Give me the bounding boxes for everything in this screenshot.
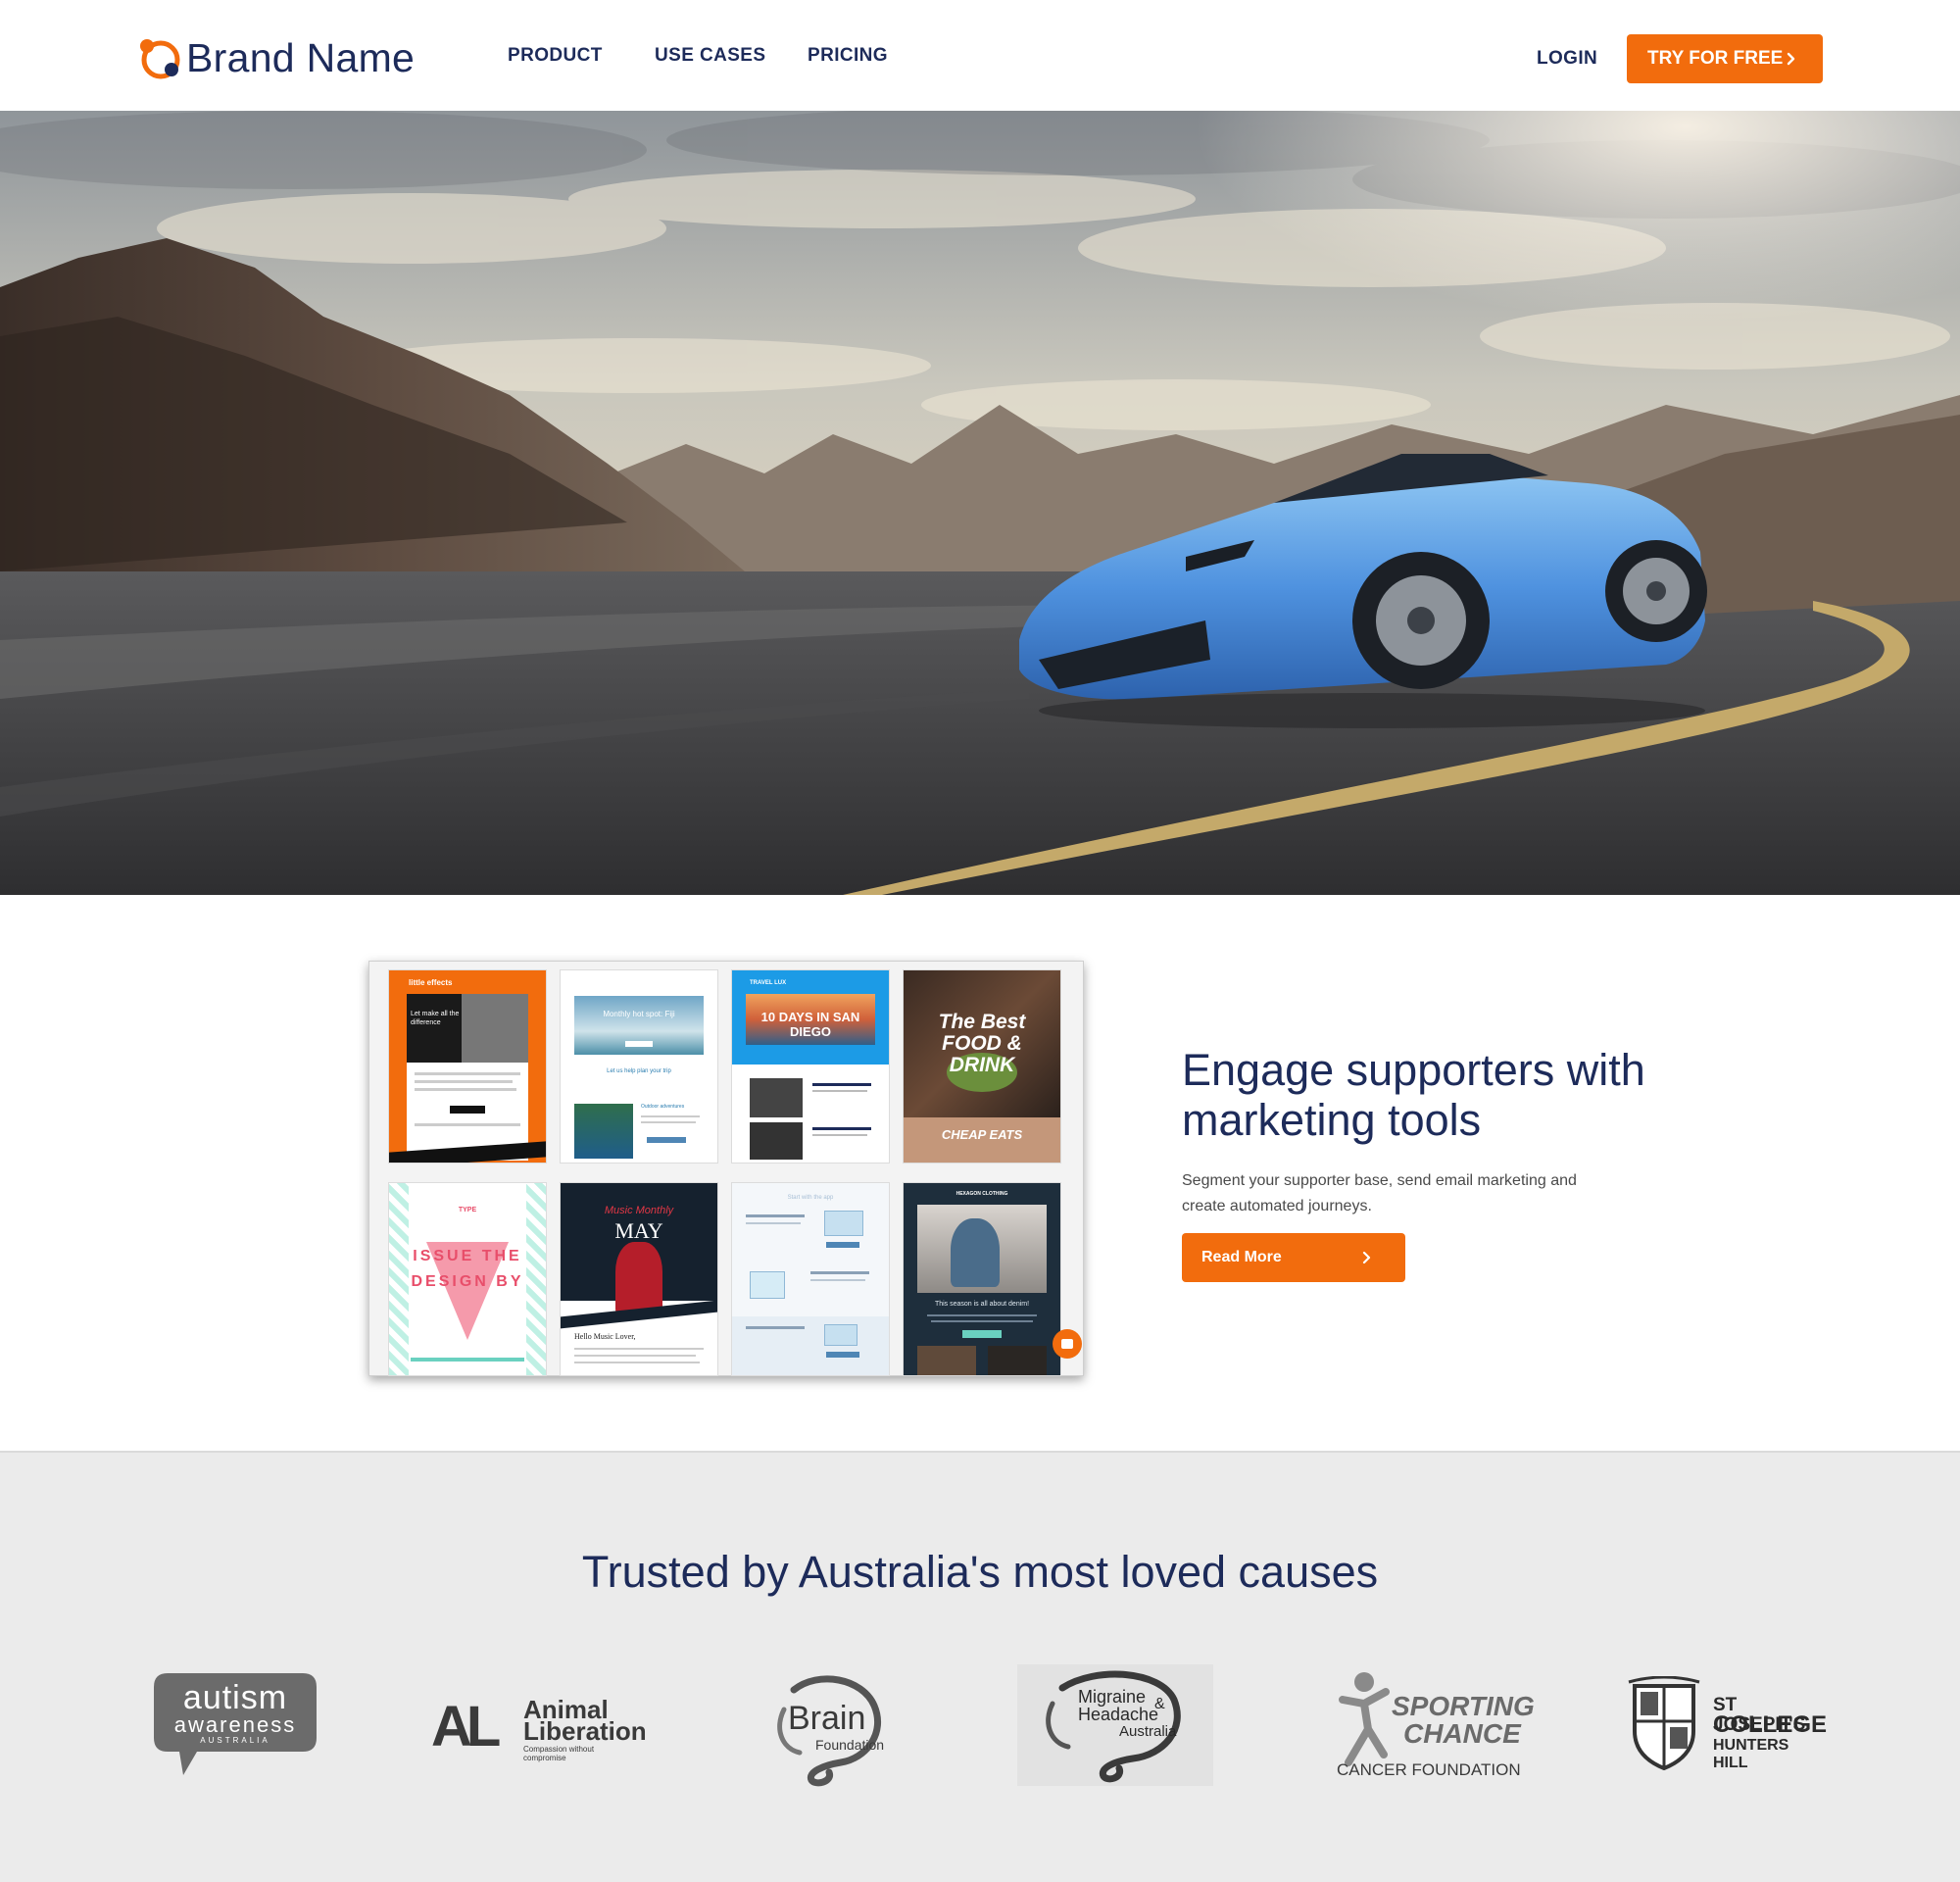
template-subtitle: Let us help plan your trip (607, 1068, 671, 1074)
logo-line1: SPORTING (1392, 1691, 1535, 1721)
logo-line3: HUNTERS HILL (1713, 1737, 1789, 1771)
logo-autism-awareness: autism awareness AUSTRALIA (154, 1673, 317, 1779)
try-for-free-button[interactable]: TRY FOR FREE (1627, 34, 1823, 83)
logo-amp: & (1154, 1696, 1165, 1712)
logo-line2: awareness (173, 1712, 297, 1737)
logo-line2: COLLEGE (1713, 1711, 1828, 1738)
feature-title: Engage supporters with marketing tools (1182, 1045, 1645, 1145)
trusted-title: Trusted by Australia's most loved causes (581, 1547, 1379, 1597)
template-title: The Best FOOD & DRINK (938, 1011, 1026, 1076)
template-travel-fiji[interactable]: Monthly hot spot: Fiji Let us help plan … (561, 970, 717, 1163)
template-food-drink[interactable]: The Best FOOD & DRINK CHEAP EATS (904, 970, 1060, 1163)
chevron-right-icon (1787, 52, 1795, 66)
chevron-right-icon (1362, 1251, 1371, 1264)
template-subtitle: MAY (614, 1218, 663, 1243)
brand-name: Brand Name (186, 34, 416, 80)
brand-logo-icon (140, 39, 180, 79)
template-title: ISSUE THE DESIGN BY (411, 1248, 524, 1290)
school-crest-icon (1628, 1675, 1700, 1771)
logo-brain-foundation: Brain Foundation (764, 1670, 892, 1788)
logo-st-josephs: ST JOSEPH'S COLLEGE HUNTERS HILL (1625, 1675, 1827, 1771)
nav-product[interactable]: PRODUCT (508, 45, 603, 67)
logo-line2: Foundation (815, 1737, 885, 1753)
trusted-section: Trusted by Australia's most loved causes… (0, 1451, 1960, 1882)
hero-image (0, 111, 1960, 895)
template-brand: little effects (409, 978, 453, 987)
template-app-update[interactable]: Start with the app (732, 1183, 889, 1375)
migraine-swirl-icon (1046, 1670, 1181, 1783)
logo-line1: Brain (788, 1700, 866, 1737)
template-title: Monthly hot spot: Fiji (603, 1010, 675, 1018)
template-title: Music Monthly (604, 1205, 674, 1216)
template-music-monthly[interactable]: Music Monthly MAY Hello Music Lover, (561, 1183, 717, 1375)
template-title: Let make all the difference (411, 1011, 460, 1026)
template-title: Start with the app (787, 1195, 834, 1201)
logo-line2: CHANCE (1403, 1718, 1521, 1749)
feature-section: little effects Let make all the differen… (0, 895, 1960, 1451)
template-brand: HEXAGON CLOTHING (956, 1191, 1008, 1197)
site-header: Brand Name PRODUCT USE CASES PRICING LOG… (0, 0, 1960, 111)
logo-line3: Australia (1119, 1723, 1177, 1740)
nav-pricing[interactable]: PRICING (808, 45, 888, 67)
logo-migraine-headache: Migraine Headache & Australia (1017, 1664, 1213, 1786)
feature-description: Segment your supporter base, send email … (1182, 1172, 1577, 1214)
template-greeting: Hello Music Lover, (574, 1332, 636, 1341)
logo-animal-liberation: AL Animal Liberation Compassion without … (431, 1695, 647, 1766)
hero-banner (0, 111, 1960, 895)
template-little-effects[interactable]: little effects Let make all the differen… (389, 970, 546, 1163)
logo-line2: Liberation (523, 1716, 647, 1746)
chat-bubble-icon[interactable] (1053, 1329, 1082, 1359)
template-title: This season is all about denim! (934, 1301, 1030, 1308)
login-link[interactable]: LOGIN (1537, 48, 1597, 70)
template-travel-san-diego[interactable]: TRAVEL LUX 10 DAYS IN SAN DIEGO (732, 970, 889, 1163)
read-more-button[interactable]: Read More (1182, 1233, 1405, 1282)
template-title: 10 DAYS IN SAN DIEGO (760, 1010, 860, 1039)
template-hexagon-clothing[interactable]: HEXAGON CLOTHING This season is all abou… (904, 1183, 1060, 1375)
brand[interactable]: Brand Name (135, 33, 415, 82)
logo-line3: AUSTRALIA (200, 1736, 270, 1745)
nav-use-cases[interactable]: USE CASES (655, 45, 765, 67)
logo-sporting-chance: SPORTING CHANCE CANCER FOUNDATION (1335, 1670, 1535, 1788)
try-for-free-label: TRY FOR FREE (1647, 48, 1784, 69)
template-issue-design[interactable]: TYPE ISSUE THE DESIGN BY (389, 1183, 546, 1375)
template-collage: little effects Let make all the differen… (368, 961, 1084, 1376)
template-brand: TRAVEL LUX (750, 980, 787, 986)
logo-line2: Headache (1078, 1705, 1159, 1724)
logo-line1: Migraine (1078, 1687, 1147, 1707)
template-brand: TYPE (458, 1207, 477, 1213)
logo-line3: CANCER FOUNDATION (1337, 1760, 1521, 1779)
logo-mark: AL (431, 1695, 501, 1758)
template-subtitle: CHEAP EATS (941, 1127, 1023, 1142)
read-more-label: Read More (1201, 1249, 1282, 1265)
logo-line3: Compassion without compromise (523, 1745, 595, 1762)
template-section: Outdoor adventures (641, 1104, 685, 1110)
